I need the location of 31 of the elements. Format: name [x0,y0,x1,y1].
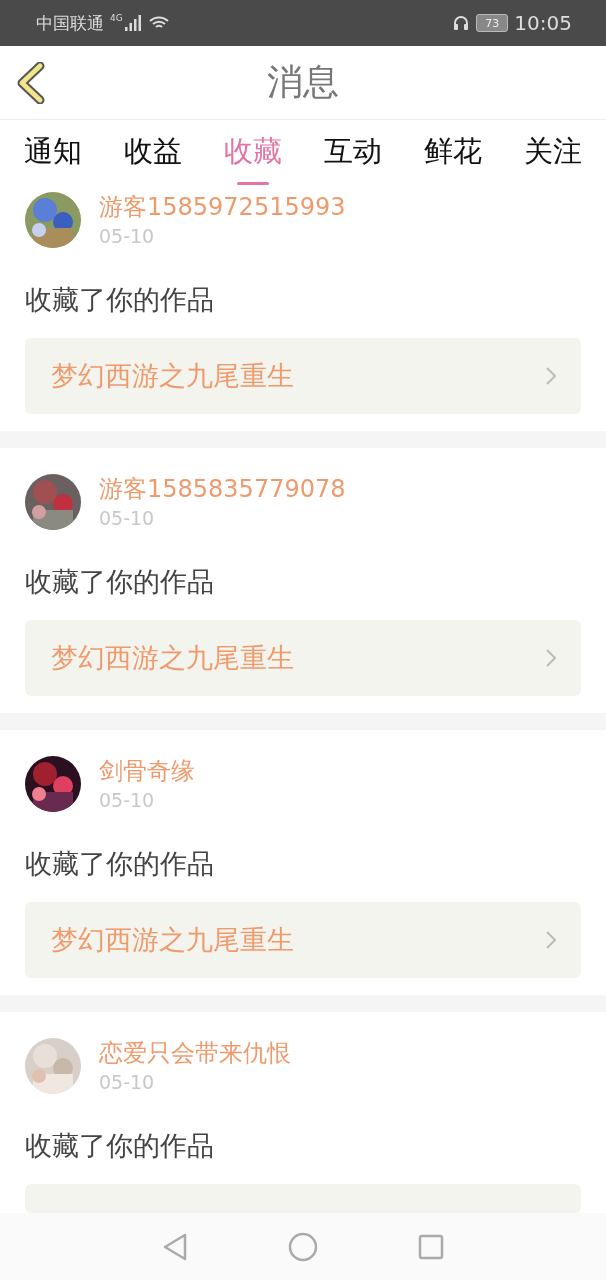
user-name[interactable]: 游客1585972515993 [99,192,346,222]
tab[interactable]: 互动 [324,120,382,185]
home-circle-icon[interactable] [288,1231,318,1262]
signal-icon [124,15,143,31]
message-text: 收藏了你的作品 [25,283,215,317]
network-type: 4G [110,13,123,23]
chevron-right-icon [545,648,557,668]
page-title: 消息 [267,60,339,104]
headphones-icon [452,14,471,32]
message-text: 收藏了你的作品 [25,565,215,599]
recents-square-icon[interactable] [418,1233,444,1260]
clock-time: 10:05 [514,11,572,35]
back-icon[interactable] [16,62,46,104]
tab[interactable]: 关注 [524,120,582,185]
chevron-right-icon [545,930,557,950]
battery-level: 73 [476,14,509,32]
user-name[interactable]: 恋爱只会带来仇恨 [99,1038,291,1068]
tab[interactable]: 通知 [24,120,82,185]
carrier-name: 中国联通 [36,11,104,35]
work-link[interactable]: 梦幻西游之九尾重生 [25,620,581,696]
message-text: 收藏了你的作品 [25,1129,215,1163]
tab[interactable]: 收藏 [224,120,282,185]
work-link[interactable]: 梦幻西游之九尾重生 [25,902,581,978]
user-name[interactable]: 剑骨奇缘 [99,756,195,786]
back-triangle-icon[interactable] [162,1232,188,1261]
tab[interactable]: 鲜花 [424,120,482,185]
user-name[interactable]: 游客1585835779078 [99,474,346,504]
work-link[interactable]: 梦幻西游之九尾重生 [25,338,581,414]
chevron-right-icon [545,366,557,386]
message-text: 收藏了你的作品 [25,847,215,881]
tab[interactable]: 收益 [124,120,182,185]
